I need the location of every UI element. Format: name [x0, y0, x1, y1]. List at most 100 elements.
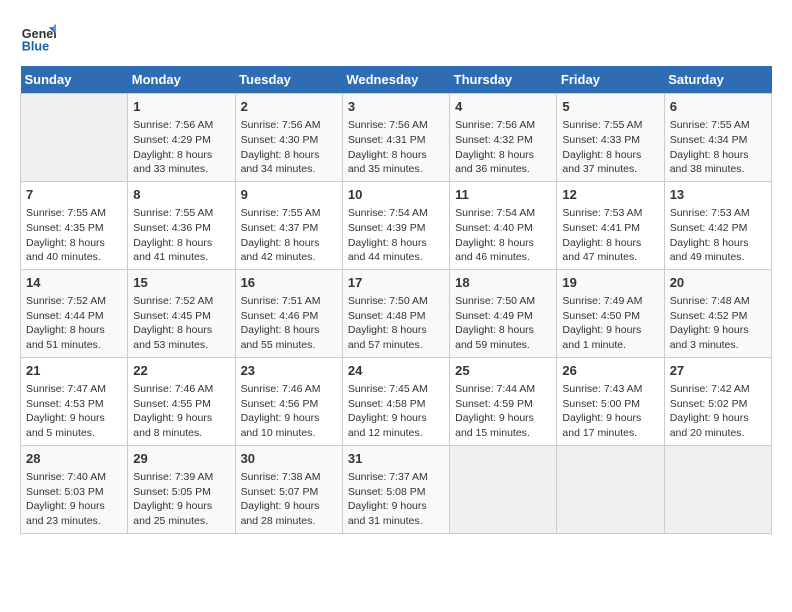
day-number: 25: [455, 362, 551, 380]
header-sunday: Sunday: [21, 66, 128, 94]
day-number: 26: [562, 362, 658, 380]
header-monday: Monday: [128, 66, 235, 94]
day-cell: [664, 445, 771, 533]
day-info: Sunrise: 7:54 AM Sunset: 4:39 PM Dayligh…: [348, 206, 444, 265]
day-number: 1: [133, 98, 229, 116]
day-cell: 6Sunrise: 7:55 AM Sunset: 4:34 PM Daylig…: [664, 94, 771, 182]
day-info: Sunrise: 7:53 AM Sunset: 4:42 PM Dayligh…: [670, 206, 766, 265]
day-info: Sunrise: 7:56 AM Sunset: 4:31 PM Dayligh…: [348, 118, 444, 177]
day-info: Sunrise: 7:55 AM Sunset: 4:37 PM Dayligh…: [241, 206, 337, 265]
day-number: 23: [241, 362, 337, 380]
day-info: Sunrise: 7:53 AM Sunset: 4:41 PM Dayligh…: [562, 206, 658, 265]
day-info: Sunrise: 7:55 AM Sunset: 4:36 PM Dayligh…: [133, 206, 229, 265]
day-cell: [557, 445, 664, 533]
day-info: Sunrise: 7:52 AM Sunset: 4:44 PM Dayligh…: [26, 294, 122, 353]
day-cell: 9 Sunrise: 7:55 AM Sunset: 4:37 PM Daylig…: [235, 181, 342, 269]
day-number: 7: [26, 186, 122, 204]
day-number: 27: [670, 362, 766, 380]
day-info: Sunrise: 7:55 AM Sunset: 4:35 PM Dayligh…: [26, 206, 122, 265]
day-info: Sunrise: 7:46 AM Sunset: 4:56 PM Dayligh…: [241, 382, 337, 441]
day-number: 24: [348, 362, 444, 380]
day-cell: 27 Sunrise: 7:42 AM Sunset: 5:02 PM Dayli…: [664, 357, 771, 445]
day-cell: 10 Sunrise: 7:54 AM Sunset: 4:39 PM Dayli…: [342, 181, 449, 269]
day-cell: 1 Sunrise: 7:56 AM Sunset: 4:29 PM Daylig…: [128, 94, 235, 182]
day-number: 18: [455, 274, 551, 292]
page-header: General Blue: [20, 20, 772, 56]
calendar-table: SundayMondayTuesdayWednesdayThursdayFrid…: [20, 66, 772, 534]
header-tuesday: Tuesday: [235, 66, 342, 94]
week-row-3: 14 Sunrise: 7:52 AM Sunset: 4:44 PM Dayli…: [21, 269, 772, 357]
day-number: 17: [348, 274, 444, 292]
day-cell: 25 Sunrise: 7:44 AM Sunset: 4:59 PM Dayli…: [450, 357, 557, 445]
day-info: Sunrise: 7:47 AM Sunset: 4:53 PM Dayligh…: [26, 382, 122, 441]
week-row-4: 21Sunrise: 7:47 AM Sunset: 4:53 PM Dayli…: [21, 357, 772, 445]
day-info: Sunrise: 7:43 AM Sunset: 5:00 PM Dayligh…: [562, 382, 658, 441]
day-cell: 18 Sunrise: 7:50 AM Sunset: 4:49 PM Dayli…: [450, 269, 557, 357]
day-info: Sunrise: 7:54 AM Sunset: 4:40 PM Dayligh…: [455, 206, 551, 265]
day-number: 28: [26, 450, 122, 468]
day-number: 20: [670, 274, 766, 292]
day-number: 5: [562, 98, 658, 116]
week-row-2: 7 Sunrise: 7:55 AM Sunset: 4:35 PM Daylig…: [21, 181, 772, 269]
day-number: 19: [562, 274, 658, 292]
day-cell: 14 Sunrise: 7:52 AM Sunset: 4:44 PM Dayli…: [21, 269, 128, 357]
day-info: Sunrise: 7:56 AM Sunset: 4:29 PM Dayligh…: [133, 118, 229, 177]
header-friday: Friday: [557, 66, 664, 94]
day-info: Sunrise: 7:38 AM Sunset: 5:07 PM Dayligh…: [241, 470, 337, 529]
day-cell: 5 Sunrise: 7:55 AM Sunset: 4:33 PM Daylig…: [557, 94, 664, 182]
day-info: Sunrise: 7:42 AM Sunset: 5:02 PM Dayligh…: [670, 382, 766, 441]
day-cell: 29 Sunrise: 7:39 AM Sunset: 5:05 PM Dayli…: [128, 445, 235, 533]
day-cell: 2 Sunrise: 7:56 AM Sunset: 4:30 PM Daylig…: [235, 94, 342, 182]
day-info: Sunrise: 7:40 AM Sunset: 5:03 PM Dayligh…: [26, 470, 122, 529]
day-cell: [21, 94, 128, 182]
day-cell: [450, 445, 557, 533]
day-info: Sunrise: 7:50 AM Sunset: 4:49 PM Dayligh…: [455, 294, 551, 353]
day-number: 8: [133, 186, 229, 204]
week-row-1: 1 Sunrise: 7:56 AM Sunset: 4:29 PM Daylig…: [21, 94, 772, 182]
day-info: Sunrise: 7:56 AM Sunset: 4:30 PM Dayligh…: [241, 118, 337, 177]
day-cell: 13Sunrise: 7:53 AM Sunset: 4:42 PM Dayli…: [664, 181, 771, 269]
day-info: Sunrise: 7:49 AM Sunset: 4:50 PM Dayligh…: [562, 294, 658, 353]
day-info: Sunrise: 7:45 AM Sunset: 4:58 PM Dayligh…: [348, 382, 444, 441]
day-info: Sunrise: 7:52 AM Sunset: 4:45 PM Dayligh…: [133, 294, 229, 353]
day-cell: 31 Sunrise: 7:37 AM Sunset: 5:08 PM Dayli…: [342, 445, 449, 533]
day-info: Sunrise: 7:51 AM Sunset: 4:46 PM Dayligh…: [241, 294, 337, 353]
header-saturday: Saturday: [664, 66, 771, 94]
day-cell: 12Sunrise: 7:53 AM Sunset: 4:41 PM Dayli…: [557, 181, 664, 269]
header-thursday: Thursday: [450, 66, 557, 94]
day-cell: 20Sunrise: 7:48 AM Sunset: 4:52 PM Dayli…: [664, 269, 771, 357]
day-info: Sunrise: 7:44 AM Sunset: 4:59 PM Dayligh…: [455, 382, 551, 441]
day-cell: 24 Sunrise: 7:45 AM Sunset: 4:58 PM Dayli…: [342, 357, 449, 445]
header-wednesday: Wednesday: [342, 66, 449, 94]
day-cell: 28 Sunrise: 7:40 AM Sunset: 5:03 PM Dayli…: [21, 445, 128, 533]
day-number: 16: [241, 274, 337, 292]
day-number: 11: [455, 186, 551, 204]
day-cell: 30 Sunrise: 7:38 AM Sunset: 5:07 PM Dayli…: [235, 445, 342, 533]
day-number: 30: [241, 450, 337, 468]
day-cell: 4Sunrise: 7:56 AM Sunset: 4:32 PM Daylig…: [450, 94, 557, 182]
day-number: 31: [348, 450, 444, 468]
calendar-header-row: SundayMondayTuesdayWednesdayThursdayFrid…: [21, 66, 772, 94]
day-cell: 22 Sunrise: 7:46 AM Sunset: 4:55 PM Dayli…: [128, 357, 235, 445]
day-number: 9: [241, 186, 337, 204]
day-info: Sunrise: 7:46 AM Sunset: 4:55 PM Dayligh…: [133, 382, 229, 441]
day-info: Sunrise: 7:56 AM Sunset: 4:32 PM Dayligh…: [455, 118, 551, 177]
day-cell: 15 Sunrise: 7:52 AM Sunset: 4:45 PM Dayli…: [128, 269, 235, 357]
day-info: Sunrise: 7:55 AM Sunset: 4:33 PM Dayligh…: [562, 118, 658, 177]
day-number: 10: [348, 186, 444, 204]
day-cell: 21Sunrise: 7:47 AM Sunset: 4:53 PM Dayli…: [21, 357, 128, 445]
day-number: 14: [26, 274, 122, 292]
day-cell: 16 Sunrise: 7:51 AM Sunset: 4:46 PM Dayli…: [235, 269, 342, 357]
day-number: 29: [133, 450, 229, 468]
day-cell: 17 Sunrise: 7:50 AM Sunset: 4:48 PM Dayli…: [342, 269, 449, 357]
day-number: 15: [133, 274, 229, 292]
svg-text:Blue: Blue: [22, 40, 49, 54]
day-number: 2: [241, 98, 337, 116]
day-info: Sunrise: 7:39 AM Sunset: 5:05 PM Dayligh…: [133, 470, 229, 529]
day-cell: 19 Sunrise: 7:49 AM Sunset: 4:50 PM Dayli…: [557, 269, 664, 357]
day-info: Sunrise: 7:55 AM Sunset: 4:34 PM Dayligh…: [670, 118, 766, 177]
day-info: Sunrise: 7:50 AM Sunset: 4:48 PM Dayligh…: [348, 294, 444, 353]
day-info: Sunrise: 7:37 AM Sunset: 5:08 PM Dayligh…: [348, 470, 444, 529]
day-number: 3: [348, 98, 444, 116]
day-number: 22: [133, 362, 229, 380]
